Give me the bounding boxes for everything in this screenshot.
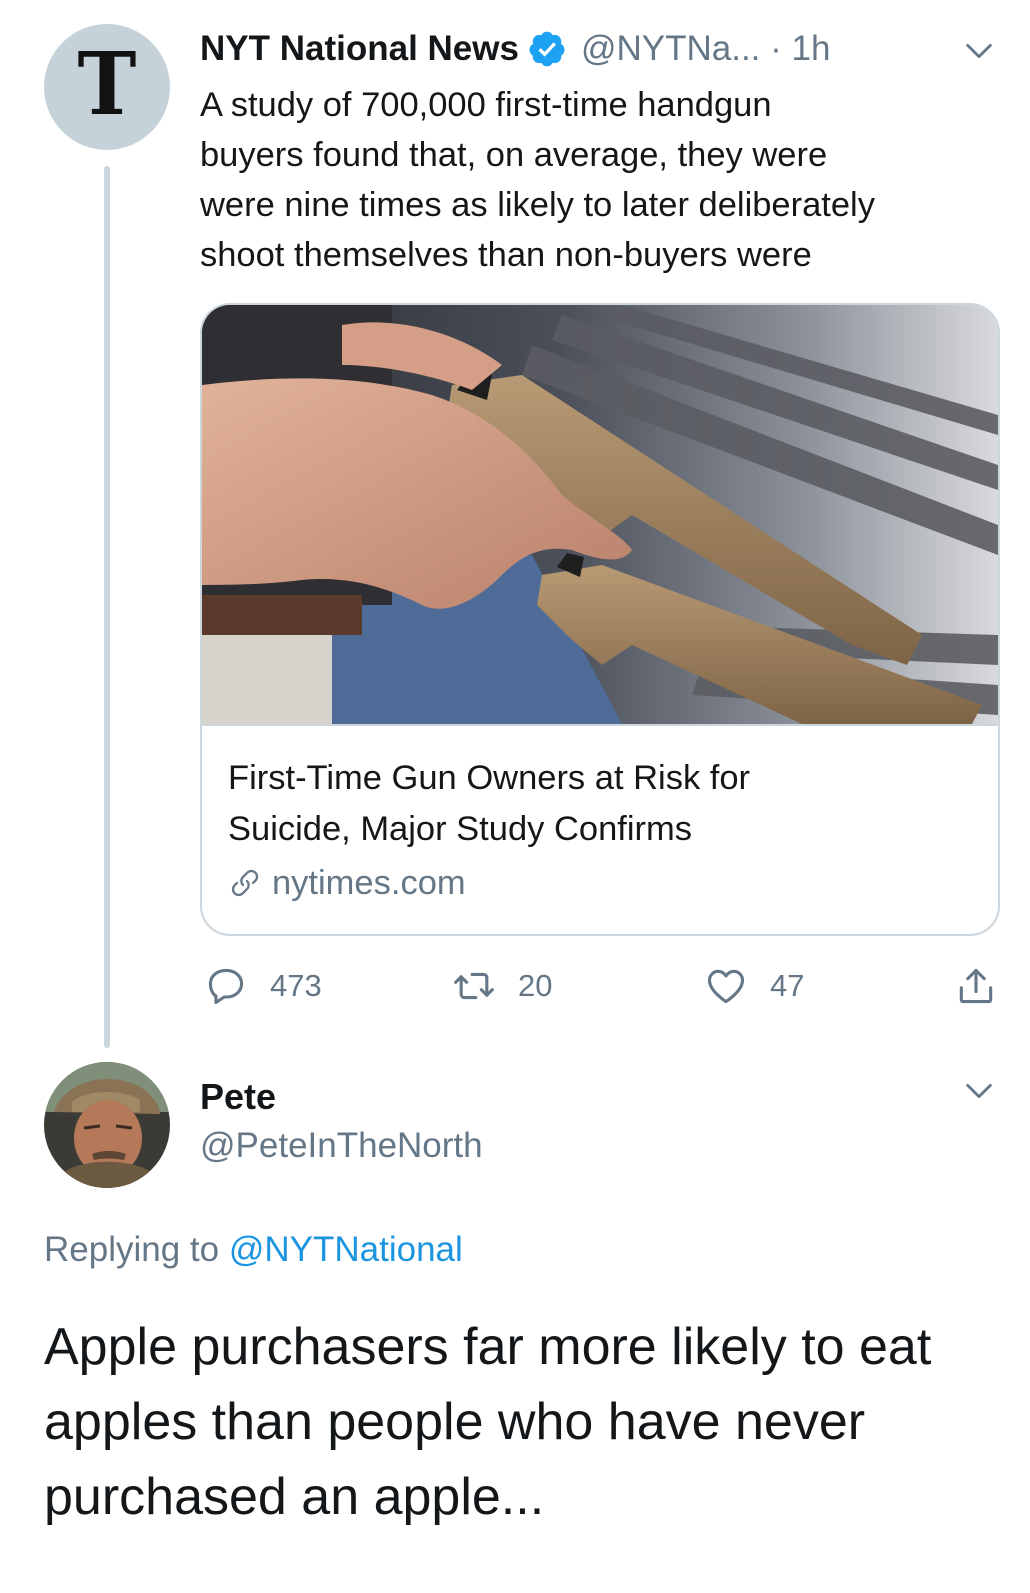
- reply-author-handle[interactable]: @PeteInTheNorth: [200, 1126, 483, 1166]
- card-title[interactable]: First-Time Gun Owners at Risk for Suicid…: [228, 753, 968, 855]
- card-domain: nytimes.com: [272, 863, 466, 902]
- replying-to-mention[interactable]: @NYTNational: [229, 1230, 463, 1269]
- pete-avatar-image: [44, 1062, 170, 1188]
- reply-author-display-name[interactable]: Pete: [200, 1076, 276, 1118]
- link-preview-card[interactable]: First-Time Gun Owners at Risk for Suicid…: [200, 303, 1000, 936]
- reply-icon: [208, 968, 244, 1005]
- tweet-text: A study of 700,000 first-time handgun bu…: [200, 86, 875, 274]
- share-button[interactable]: [954, 962, 998, 1010]
- reply-button[interactable]: 473: [204, 962, 322, 1010]
- retweet-button[interactable]: 20: [452, 962, 552, 1010]
- share-icon: [959, 968, 993, 1004]
- card-image: [202, 305, 998, 724]
- like-count: 47: [770, 968, 805, 1003]
- chevron-down-icon[interactable]: [962, 34, 996, 68]
- retweet-icon: [454, 972, 494, 1000]
- tweet-timestamp[interactable]: 1h: [792, 29, 831, 68]
- time-separator: ·: [770, 29, 782, 68]
- nyt-avatar[interactable]: T: [44, 24, 170, 150]
- reply-text: Apple purchasers far more likely to eat …: [44, 1318, 932, 1526]
- chevron-down-icon[interactable]: [962, 1074, 996, 1108]
- author-handle[interactable]: @NYTNa...: [581, 29, 760, 68]
- replying-to-prefix: Replying to: [44, 1230, 220, 1269]
- reply-count: 473: [270, 968, 322, 1003]
- author-handle-time: @NYTNa... · 1h: [581, 29, 831, 69]
- thread-connector-line: [104, 166, 110, 1048]
- tweet-header: NYT National News @NYTNa... · 1h: [200, 26, 830, 72]
- link-icon: [231, 869, 259, 897]
- verified-badge-icon: [529, 31, 565, 67]
- nyt-logo: T: [77, 34, 137, 135]
- like-button[interactable]: 47: [704, 962, 804, 1010]
- card-domain-row: nytimes.com: [228, 857, 466, 909]
- replying-to-line: Replying to @NYTNational: [44, 1230, 463, 1270]
- card-divider: [202, 724, 998, 726]
- heart-icon: [707, 969, 745, 1004]
- author-display-name[interactable]: NYT National News: [200, 29, 519, 69]
- pete-avatar[interactable]: [44, 1062, 170, 1188]
- retweet-count: 20: [518, 968, 553, 1003]
